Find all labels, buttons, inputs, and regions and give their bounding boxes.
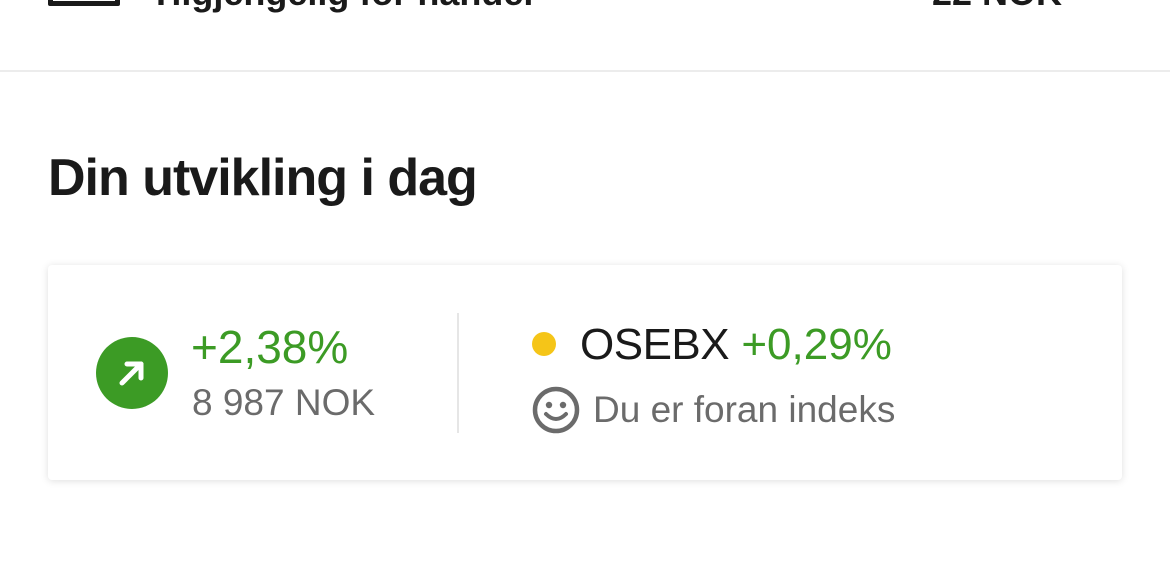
index-indicator-dot [532,332,556,356]
arrow-up-right-icon [96,337,168,409]
available-for-trading-row[interactable]: Tilgjengelig for handel 22 NOK [0,0,1170,72]
index-row: OSEBX +0,29% [580,320,892,370]
index-change-percent: +0,29% [741,320,892,369]
section-title: Din utvikling i dag [48,149,478,207]
index-comparison-text: Du er foran indeks [593,389,896,430]
card-divider [457,313,459,433]
portfolio-change-percent: +2,38% [191,321,349,373]
smiley-icon [532,386,580,434]
page: Tilgjengelig for handel 22 NOK Din utvik… [0,0,1170,574]
daily-performance-card[interactable]: +2,38% 8 987 NOK OSEBX +0,29% Du er fora… [48,265,1122,480]
index-name: OSEBX [580,320,730,369]
available-for-trading-value: 22 NOK [932,0,1062,14]
wallet-icon [48,0,120,6]
available-for-trading-label: Tilgjengelig for handel [150,0,533,14]
portfolio-change-amount: 8 987 NOK [192,382,376,423]
